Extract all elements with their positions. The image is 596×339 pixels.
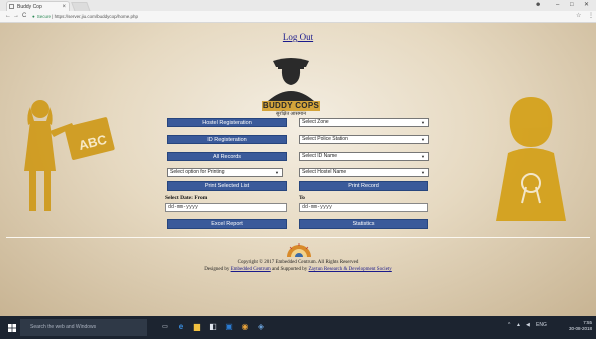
network-icon[interactable]: ▲ <box>516 322 521 328</box>
hostel-registration-button[interactable]: Hostel Registeration <box>167 118 287 127</box>
all-records-button[interactable]: All Records <box>167 152 287 161</box>
print-record-button[interactable]: Print Record <box>299 181 428 191</box>
chevron-down-icon: ▼ <box>421 137 425 142</box>
tray-up-arrow-icon[interactable]: ^ <box>508 322 510 328</box>
police-station-select[interactable]: Select Police Station ▼ <box>299 135 429 144</box>
embedded-centrum-link[interactable]: Embedded Centrum <box>231 267 271 272</box>
zaytun-link[interactable]: Zaytun Research & Development Society <box>309 267 392 272</box>
print-selected-list-button[interactable]: Print Selected List <box>167 181 287 191</box>
browser-toolbar: ← → C ● Secure | https://server.jiu.com/b… <box>0 11 596 23</box>
task-view-icon[interactable]: ▭ <box>160 321 170 333</box>
file-explorer-icon[interactable]: ▆ <box>192 321 202 333</box>
word-app-icon[interactable]: ▣ <box>224 321 234 333</box>
chevron-down-icon: ▼ <box>275 170 279 175</box>
zone-select-value: Select Zone <box>302 119 329 125</box>
edge-browser-icon[interactable]: e <box>176 321 186 333</box>
date-from-label: Select Date: From <box>165 195 208 201</box>
date-to-input[interactable]: dd-mm-yyyy <box>299 203 428 212</box>
date-to-label: To <box>299 195 305 201</box>
student-figure-icon: ABC <box>24 100 115 211</box>
chevron-down-icon: ▼ <box>421 120 425 125</box>
taskbar-search-box[interactable]: Search the web and Windows <box>20 319 147 336</box>
volume-icon[interactable]: ◀ <box>526 322 530 328</box>
reload-button[interactable]: C <box>22 11 26 22</box>
excel-report-button[interactable]: Excel Report <box>167 219 287 229</box>
police-station-select-value: Select Police Station <box>302 136 348 142</box>
supported-prefix: and Supported by <box>270 267 309 272</box>
copyright-text: Copyright © 2017 Embedded Centrum. All R… <box>237 260 359 265</box>
logout-link[interactable]: Log Out <box>0 32 596 42</box>
page-content: ABC Log Out BUDDY COPS सुरक्षित आसमान Ho… <box>0 23 596 316</box>
id-name-select-value: Select ID Name <box>302 153 338 159</box>
address-bar[interactable]: ● Secure | https://server.jiu.com/buddyco… <box>32 13 552 20</box>
hostel-name-select-value: Select Hostel Name <box>302 169 347 175</box>
maximize-button[interactable]: □ <box>570 0 574 11</box>
browser-titlebar: Buddy Cop × ☻ – □ ✕ <box>0 0 596 12</box>
printing-option-select[interactable]: Select option for Printing ▼ <box>167 168 283 177</box>
chevron-down-icon: ▼ <box>421 170 425 175</box>
chrome-browser-icon[interactable]: ◉ <box>240 321 250 333</box>
taskbar-clock[interactable]: 7:55 30-08-2018 <box>569 320 592 332</box>
url-text: https://server.jiu.com/buddycop/home.php <box>54 14 138 19</box>
date-from-input[interactable]: dd-mm-yyyy <box>165 203 287 212</box>
zone-select[interactable]: Select Zone ▼ <box>299 118 429 127</box>
page-favicon-icon <box>9 4 14 9</box>
embedded-centrum-logo-icon <box>287 243 311 257</box>
language-indicator[interactable]: ENG <box>536 322 547 328</box>
chevron-down-icon: ▼ <box>421 154 425 159</box>
minimize-button[interactable]: – <box>556 0 559 11</box>
logo-subtitle: सुरक्षित आसमान <box>276 112 306 117</box>
credits-line: Designed by Embedded Centrum and Support… <box>0 267 596 272</box>
secure-label: Secure <box>36 14 51 19</box>
printing-option-select-value: Select option for Printing <box>170 169 225 175</box>
id-name-select[interactable]: Select ID Name ▼ <box>299 152 429 161</box>
tab-title: Buddy Cop <box>17 4 42 10</box>
statistics-button[interactable]: Statistics <box>299 219 428 229</box>
browser-tab[interactable]: Buddy Cop × <box>6 1 70 11</box>
windows-start-icon[interactable] <box>8 324 16 332</box>
woman-figure-icon <box>496 97 566 221</box>
forward-button[interactable]: → <box>13 11 19 22</box>
designed-prefix: Designed by <box>204 267 231 272</box>
lock-icon: ● <box>32 14 35 19</box>
hostel-name-select[interactable]: Select Hostel Name ▼ <box>299 168 429 177</box>
clock-date: 30-08-2018 <box>568 326 592 331</box>
app-icon[interactable]: ◈ <box>256 321 266 333</box>
bookmark-star-icon[interactable]: ☆ <box>576 11 581 22</box>
browser-menu-icon[interactable]: ⋮ <box>588 11 594 22</box>
window-close-button[interactable]: ✕ <box>584 0 589 11</box>
logo-title: BUDDY COPS <box>262 101 320 110</box>
store-icon[interactable]: ◧ <box>208 321 218 333</box>
id-registration-button[interactable]: ID Registeration <box>167 135 287 144</box>
footer-divider <box>6 237 590 238</box>
profile-icon[interactable]: ☻ <box>535 0 541 11</box>
windows-taskbar: Search the web and Windows ▭ e ▆ ◧ ▣ ◉ ◈… <box>0 316 596 339</box>
back-button[interactable]: ← <box>5 11 11 22</box>
